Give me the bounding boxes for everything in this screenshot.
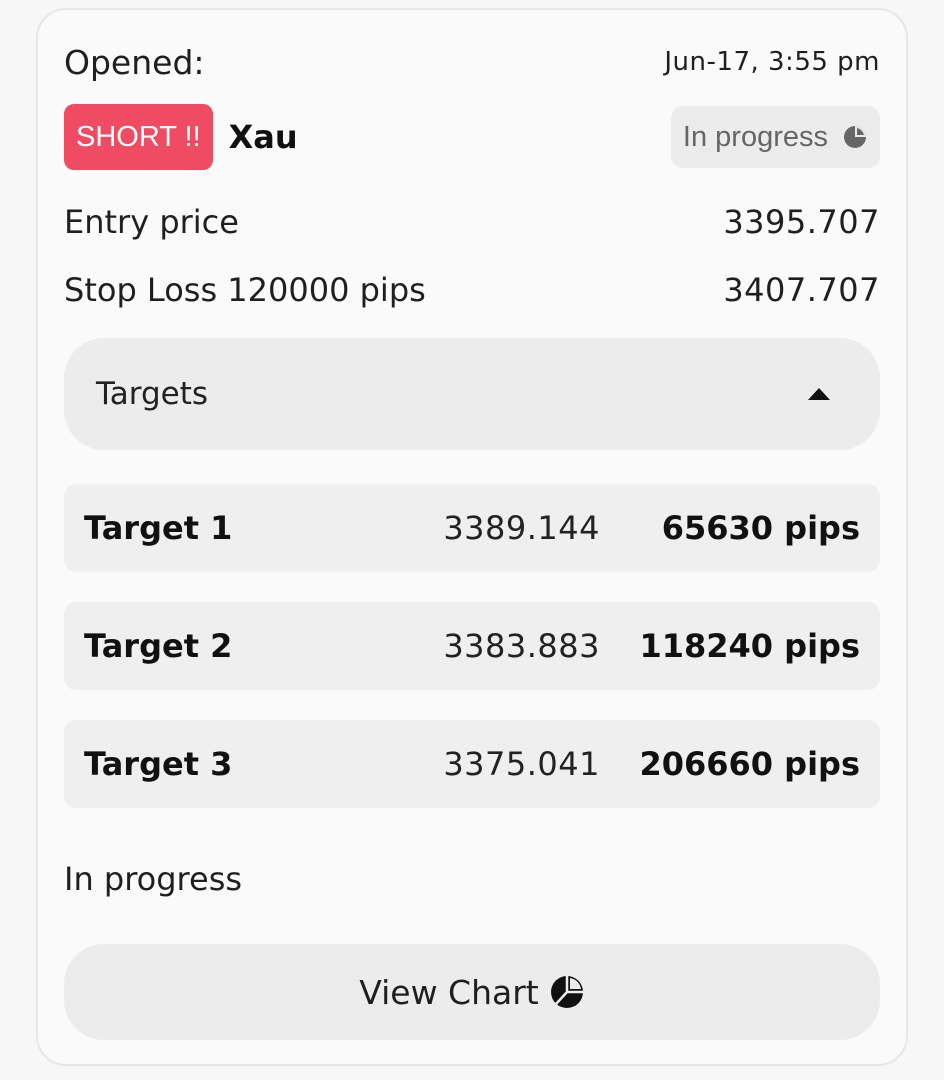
signal-row: SHORT !! Xau In progress — [64, 104, 880, 170]
target-pips: 118240 pips — [639, 627, 860, 665]
target-price: 3375.041 — [443, 745, 600, 783]
targets-accordion-header[interactable]: Targets — [64, 338, 880, 450]
target-row: Target 2 3383.883 118240 pips — [64, 602, 880, 690]
target-price: 3383.883 — [443, 627, 600, 665]
entry-label: Entry price — [64, 203, 239, 241]
caret-up-icon[interactable] — [806, 386, 832, 402]
target-name: Target 1 — [84, 509, 233, 547]
view-chart-button[interactable]: View Chart — [64, 944, 880, 1040]
signal-title-group: SHORT !! Xau — [64, 104, 298, 170]
opened-row: Opened: Jun-17, 3:55 pm — [64, 40, 880, 84]
entry-value: 3395.707 — [723, 203, 880, 241]
target-pips: 206660 pips — [639, 745, 860, 783]
footer-status: In progress — [64, 860, 243, 898]
signal-card: Opened: Jun-17, 3:55 pm SHORT !! Xau In … — [36, 8, 908, 1066]
entry-row: Entry price 3395.707 — [64, 200, 880, 244]
target-price: 3389.144 — [443, 509, 600, 547]
pie-progress-icon — [844, 126, 866, 148]
view-chart-label: View Chart — [359, 972, 539, 1012]
stop-loss-label: Stop Loss 120000 pips — [64, 271, 426, 309]
stop-loss-row: Stop Loss 120000 pips 3407.707 — [64, 268, 880, 312]
pair-name: Xau — [228, 118, 298, 156]
stop-loss-value: 3407.707 — [723, 271, 880, 309]
target-row: Target 1 3389.144 65630 pips — [64, 484, 880, 572]
status-text: In progress — [682, 120, 828, 153]
target-row: Target 3 3375.041 206660 pips — [64, 720, 880, 808]
target-name: Target 3 — [84, 745, 233, 783]
status-pill: In progress — [670, 106, 880, 168]
pie-chart-icon — [550, 976, 583, 1008]
target-name: Target 2 — [84, 627, 233, 665]
opened-time: Jun-17, 3:55 pm — [664, 47, 880, 77]
target-pips: 65630 pips — [661, 509, 860, 547]
direction-badge: SHORT !! — [64, 104, 213, 170]
opened-label: Opened: — [64, 42, 205, 82]
targets-title: Targets — [96, 376, 209, 412]
